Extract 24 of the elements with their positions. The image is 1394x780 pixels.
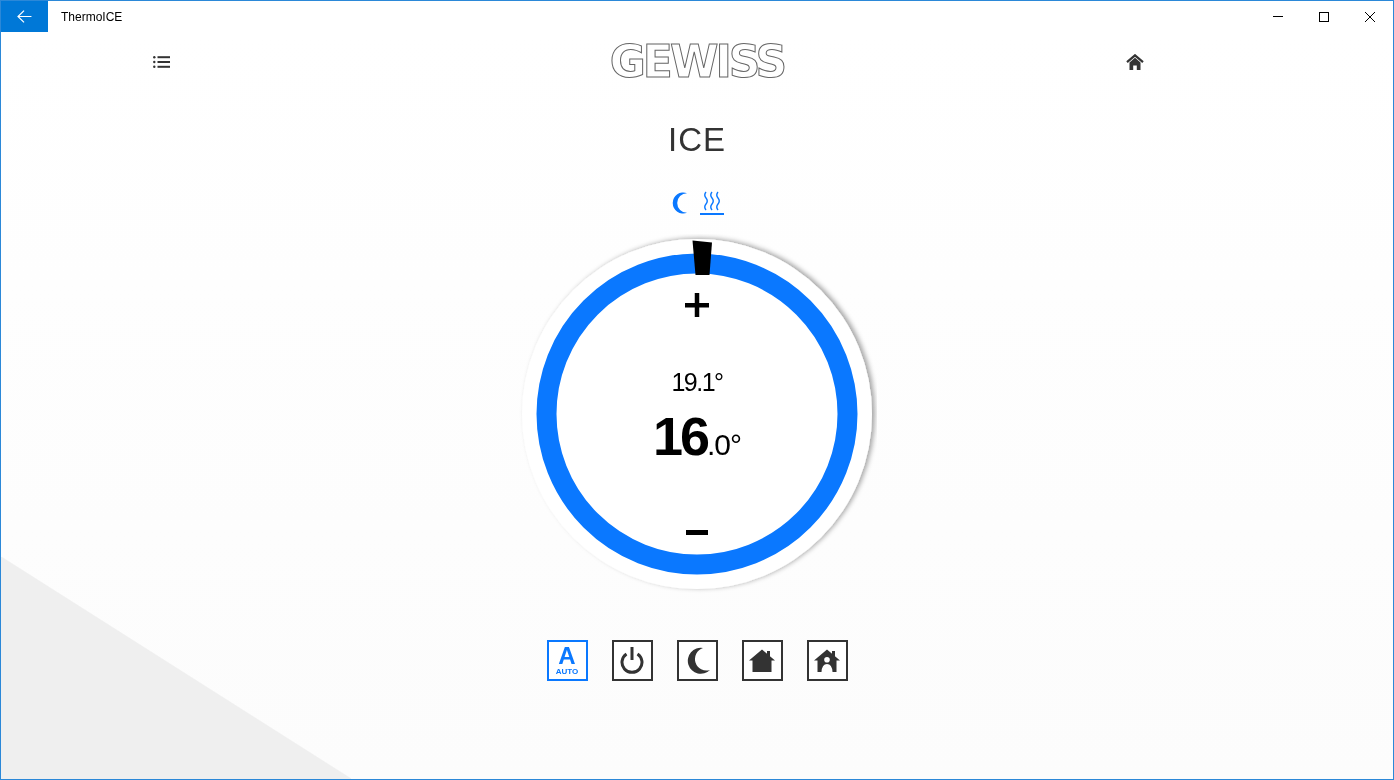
house-person-icon — [814, 649, 840, 672]
power-icon — [620, 647, 644, 674]
auto-mode-button[interactable]: A AUTO — [546, 640, 588, 681]
setpoint-marker[interactable] — [692, 240, 712, 275]
off-mode-button[interactable] — [611, 640, 653, 681]
back-button[interactable] — [1, 1, 48, 32]
plus-icon — [685, 293, 709, 317]
close-icon — [1365, 11, 1375, 22]
minus-icon — [686, 529, 708, 535]
heat-waves-icon — [699, 191, 724, 215]
presence-mode-button[interactable] — [806, 640, 848, 681]
window-title: ThermoICE — [61, 9, 123, 24]
home-icon — [1126, 54, 1144, 70]
list-icon — [152, 56, 170, 68]
house-icon — [749, 649, 775, 672]
logo-text: GEWISS — [609, 40, 785, 84]
back-arrow-icon — [17, 10, 32, 23]
minimize-icon — [1273, 16, 1283, 17]
comfort-mode-button[interactable] — [741, 640, 783, 681]
measured-temperature: 19.1° — [671, 368, 723, 396]
night-mode-button[interactable] — [676, 640, 718, 681]
maximize-icon — [1319, 11, 1329, 22]
zone-name: ICE — [668, 120, 726, 160]
setpoint-temperature: 16.0° — [652, 410, 742, 468]
